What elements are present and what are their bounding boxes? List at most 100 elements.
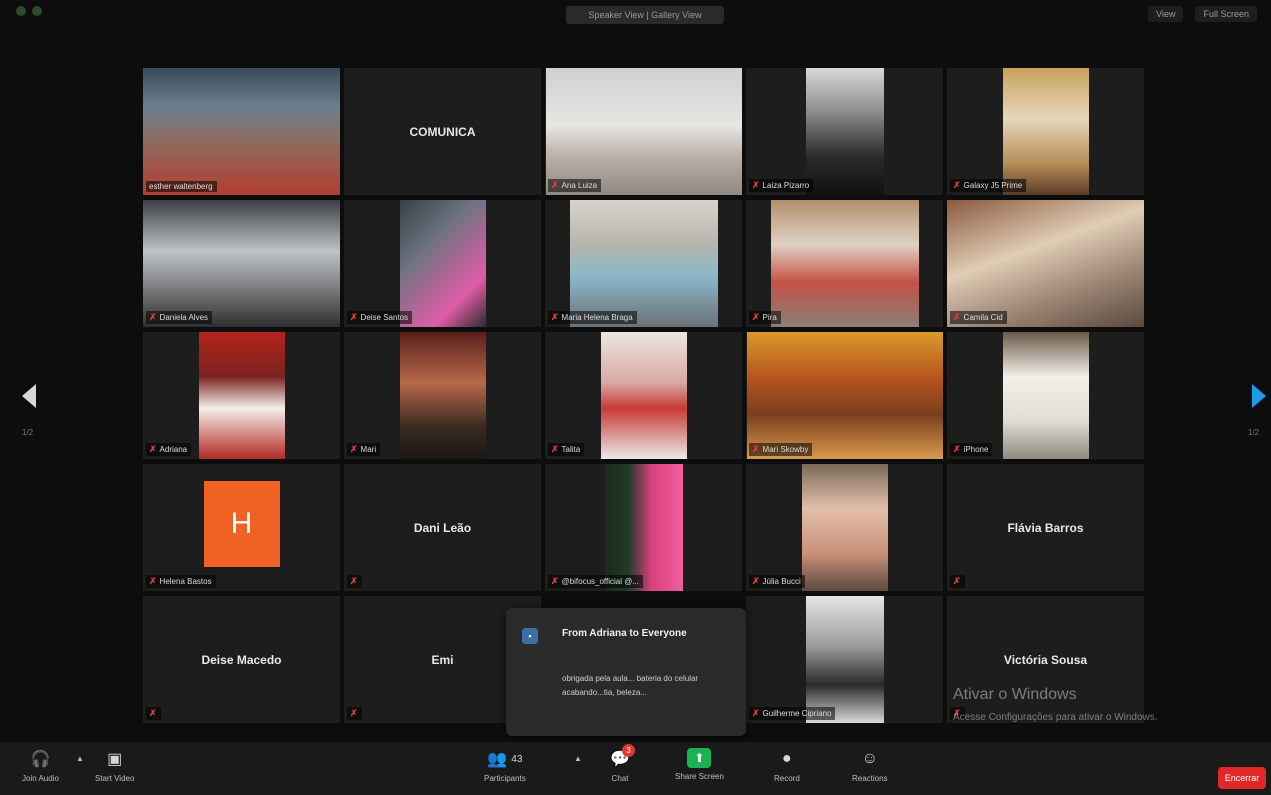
participants-button[interactable]: 👥 43 Participants	[484, 748, 526, 783]
participant-name-label: esther waltenberg	[146, 181, 217, 192]
participant-name-center: Deise Macedo	[201, 652, 282, 667]
muted-mic-icon: ✗	[350, 312, 358, 322]
participant-name-label: ✗ Deise Santos	[347, 311, 413, 324]
muted-mic-icon: ✗	[551, 576, 559, 586]
headphones-icon: 🎧	[30, 751, 51, 768]
participant-video	[143, 68, 340, 195]
participant-name-label: ✗ Ana Luiza	[548, 179, 602, 192]
muted-mic-icon: ✗	[149, 312, 157, 322]
meeting-toolbar: 🎧 Join Audio ▲ ▣ Start Video 👥 43 Partici…	[0, 742, 1271, 795]
participant-name-center: Flávia Barros	[1007, 520, 1084, 535]
muted-mic-icon: ✗	[953, 312, 961, 322]
participant-tile[interactable]: ✗ Pira	[746, 200, 943, 327]
chat-bubble-icon: ▪	[522, 628, 538, 644]
participant-name-label: ✗ Maria Helena Braga	[548, 311, 637, 324]
participants-count: 43	[511, 753, 523, 765]
fullscreen-button[interactable]: Full Screen	[1195, 6, 1257, 22]
participant-name-center: Victória Sousa	[1003, 652, 1088, 667]
chat-notification-message: obrigada pela aula... bateria do celular…	[562, 674, 699, 697]
muted-mic-icon: ✗	[350, 444, 358, 454]
participant-name-label: ✗ Talita	[548, 443, 585, 456]
end-meeting-button[interactable]: Encerrar	[1218, 767, 1266, 789]
chat-notification-title: From Adriana to Everyone	[562, 628, 687, 639]
participant-name-label: ✗ Helena Bastos	[146, 575, 216, 588]
participant-tile[interactable]: ✗ Mari Skowby	[746, 332, 943, 459]
participant-tile[interactable]: ✗ Ana Luiza	[545, 68, 742, 195]
next-page-arrow-icon[interactable]	[1252, 384, 1266, 408]
muted-mic-icon: ✗	[149, 708, 157, 718]
participant-name-label: ✗ Guilherme Cipriano	[749, 707, 836, 720]
chat-label: Chat	[611, 774, 629, 783]
participant-name-label: ✗ @bifocus_official @...	[548, 575, 644, 588]
participant-name-label: ✗ Galaxy J5 Prime	[950, 179, 1027, 192]
participant-name-label: ✗ Camila Cid	[950, 311, 1007, 324]
share-screen-button[interactable]: ⬆ Share Screen	[675, 748, 724, 781]
participant-video	[399, 200, 486, 327]
participant-tile[interactable]: ✗ Talita	[545, 332, 742, 459]
participant-name-label: ✗	[146, 707, 161, 720]
muted-mic-icon: ✗	[953, 180, 961, 190]
view-switch[interactable]: Speaker View | Gallery View	[566, 6, 724, 24]
muted-mic-icon: ✗	[953, 576, 961, 586]
participant-video	[746, 332, 943, 459]
participant-tile[interactable]: ✗ Guilherme Cipriano	[746, 596, 943, 723]
view-button[interactable]: View	[1148, 6, 1184, 22]
participant-video	[801, 464, 888, 591]
reactions-label: Reactions	[852, 774, 888, 783]
start-video-label: Start Video	[95, 774, 135, 783]
record-button[interactable]: ● Record	[774, 748, 800, 783]
participant-tile[interactable]: ✗ Maria Helena Braga	[545, 200, 742, 327]
participant-tile[interactable]: Dani Leão ✗	[344, 464, 541, 591]
participant-tile[interactable]: Flávia Barros ✗	[947, 464, 1144, 591]
windows-activation-subtitle: Acesse Configurações para ativar o Windo…	[953, 712, 1158, 723]
participant-avatar: H	[203, 481, 280, 567]
participant-tile[interactable]: ✗ Galaxy J5 Prime	[947, 68, 1144, 195]
participant-tile[interactable]: ✗ iPhone	[947, 332, 1144, 459]
participant-name-label: ✗ Mari	[347, 443, 381, 456]
participant-video	[805, 68, 884, 195]
participant-tile[interactable]: ✗ Júlia Bucci	[746, 464, 943, 591]
participants-caret-icon[interactable]: ▲	[574, 754, 582, 763]
participant-tile[interactable]: ✗ Laiza Pizarro	[746, 68, 943, 195]
participant-tile[interactable]: Deise Macedo ✗	[143, 596, 340, 723]
participant-video	[143, 200, 340, 327]
share-screen-icon: ⬆	[687, 748, 712, 768]
top-right-controls: View Full Screen	[1148, 6, 1257, 22]
participant-tile[interactable]: ✗ Mari	[344, 332, 541, 459]
previous-page-arrow-icon[interactable]	[22, 384, 36, 408]
participant-video	[600, 332, 687, 459]
participant-name-center: Dani Leão	[413, 520, 472, 535]
participant-video	[947, 200, 1144, 327]
audio-options-caret-icon[interactable]: ▲	[76, 754, 84, 763]
participant-tile[interactable]: ✗ Camila Cid	[947, 200, 1144, 327]
muted-mic-icon: ✗	[149, 576, 157, 586]
muted-mic-icon: ✗	[752, 708, 760, 718]
muted-mic-icon: ✗	[149, 444, 157, 454]
join-audio-button[interactable]: 🎧 Join Audio	[22, 748, 59, 783]
muted-mic-icon: ✗	[953, 444, 961, 454]
participant-tile[interactable]: ✗ Adriana	[143, 332, 340, 459]
muted-mic-icon: ✗	[551, 312, 559, 322]
meeting-info[interactable]	[16, 6, 42, 16]
top-bar: Speaker View | Gallery View View Full Sc…	[0, 0, 1271, 40]
reactions-button[interactable]: ☺ Reactions	[852, 748, 888, 783]
muted-mic-icon: ✗	[752, 576, 760, 586]
muted-mic-icon: ✗	[350, 576, 358, 586]
participant-tile[interactable]: ✗ Deise Santos	[344, 200, 541, 327]
participant-video	[770, 200, 919, 327]
muted-mic-icon: ✗	[551, 444, 559, 454]
participant-tile[interactable]: ✗ Daniela Alves	[143, 200, 340, 327]
page-indicator-left: 1/2	[22, 428, 34, 437]
participant-tile[interactable]: H ✗ Helena Bastos	[143, 464, 340, 591]
participant-tile[interactable]: ✗ @bifocus_official @...	[545, 464, 742, 591]
participant-tile[interactable]: esther waltenberg	[143, 68, 340, 195]
chat-icon: 💬 3	[608, 744, 635, 770]
participant-tile[interactable]: COMUNICA	[344, 68, 541, 195]
start-video-button[interactable]: ▣ Start Video	[95, 748, 134, 783]
participant-video	[1002, 68, 1089, 195]
chat-notification[interactable]: ▪ From Adriana to Everyone obrigada pela…	[506, 608, 746, 736]
participant-name-label: ✗ Pira	[749, 311, 781, 324]
participant-name-label: ✗ Laiza Pizarro	[749, 179, 814, 192]
chat-button[interactable]: 💬 3 Chat	[608, 744, 635, 783]
participant-name-label: ✗	[347, 707, 362, 720]
